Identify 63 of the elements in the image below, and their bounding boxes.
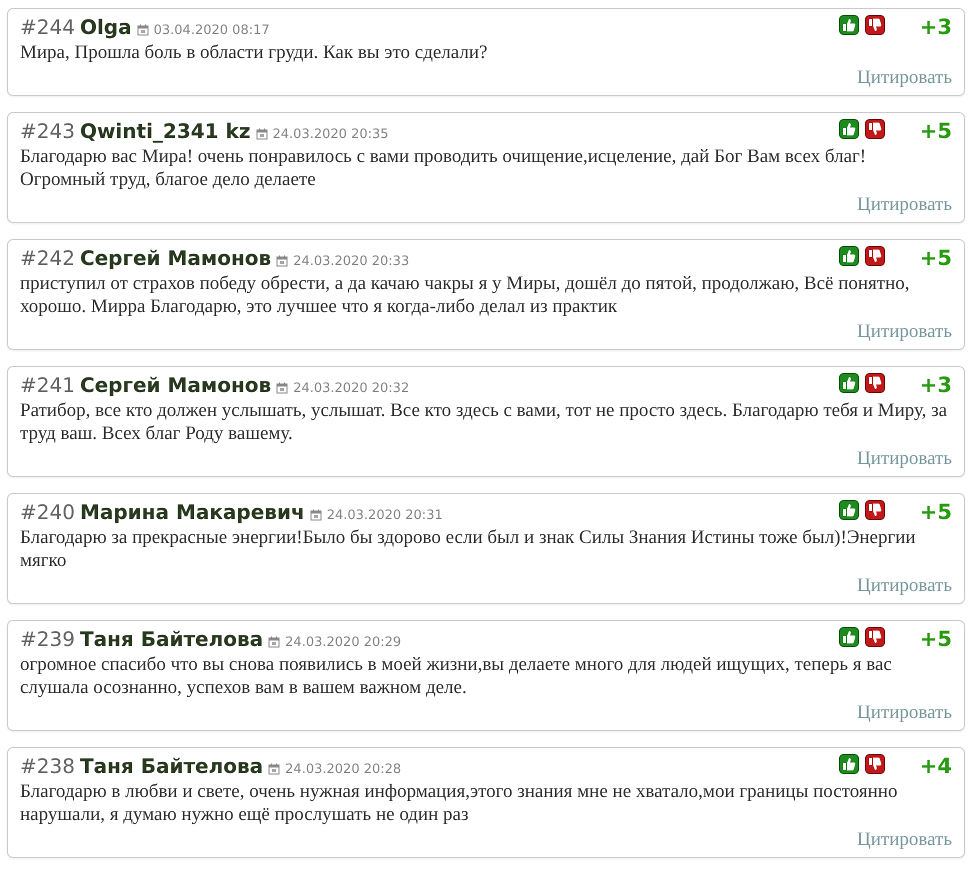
comment-text: Ратибор, все кто должен услышать, услышат. Все кто здесь с вами, тот не просто здесь. Благодарю тебя и Миру, за труд ваш. Всех благ Роду вашему. [20,399,948,445]
calendar-icon [276,255,288,267]
thumbs-down-icon[interactable] [864,627,885,647]
comment-score: +3 [920,15,952,39]
comment-date: 03.04.2020 08:17 [154,23,270,38]
quote-link[interactable]: Цитировать [857,321,952,343]
thumbs-up-icon[interactable] [838,119,859,139]
comment-text: Благодарю в любви и свете, очень нужная информация,этого знания мне не хватало,мои границы постоянно нарушали, я думаю нужно ещё прослушать не один раз [20,780,898,826]
thumbs-down-icon[interactable] [864,15,885,35]
author-name: Qwinti_2341 kz [80,119,250,143]
comment-number: #241 [20,373,75,397]
comment-text: приступил от страхов победу обрести, а да качаю чакры я у Миры, дошёл до пятой, продолжаю, Всё понятно, хорошо. Мирра Благодарю, это лучшее что я когда-либо делал из практик [20,272,911,318]
author-name: Таня Байтелова [80,754,264,778]
thumbs-down-icon[interactable] [864,373,885,393]
comment-date: 24.03.2020 20:31 [326,508,443,523]
thumbs-down-icon[interactable] [864,754,885,774]
comment-date: 24.03.2020 20:29 [285,635,402,650]
calendar-icon [310,509,322,521]
quote-link[interactable]: Цитировать [857,194,952,216]
comment-text: огромное спасибо что вы снова появились в моей жизни,вы делаете много для людей ищущих, теперь я вас слушала осознанно, успехов вам в вашем важном деле. [20,653,893,699]
calendar-icon [256,128,268,140]
comment-number: #238 [20,754,75,778]
author-name: Сергей Мамонов [80,246,272,270]
thumbs-up-icon[interactable] [838,754,859,774]
comment-text: Мира, Прошла боль в области груди. Как вы это сделали? [20,41,488,64]
comment-number: #242 [20,246,75,270]
thumbs-up-icon[interactable] [838,500,859,520]
calendar-icon [136,24,149,36]
comment-number: #243 [20,119,75,143]
thumbs-down-icon[interactable] [864,500,885,520]
comment-number: #240 [20,500,75,524]
comment-date: 24.03.2020 20:28 [285,762,402,777]
comment-score: +5 [920,500,952,524]
quote-link[interactable]: Цитировать [857,575,952,597]
author-name: Olga [80,15,132,39]
quote-link[interactable]: Цитировать [857,448,952,470]
comment-text: Благодарю вас Мира! очень понравилось с вами проводить очищение,исцеление, дай Бог Вам всех благ! Огромный труд, благое дело делаете [20,145,868,191]
quote-link[interactable]: Цитировать [857,702,952,724]
calendar-icon [276,382,288,394]
calendar-icon [268,636,280,648]
quote-link[interactable]: Цитировать [857,67,952,89]
author-name: Таня Байтелова [80,627,264,651]
calendar-icon [268,763,280,775]
thumbs-up-icon[interactable] [838,15,859,35]
comment-score: +5 [920,246,952,270]
comment-number: #239 [20,627,75,651]
comment-text: Благодарю за прекрасные энергии!Было бы здорово если был и знак Силы Знания Истины тоже был)!Энергии мягко [20,526,917,572]
author-name: Сергей Мамонов [80,373,272,397]
comment-score: +3 [920,373,952,397]
quote-link[interactable]: Цитировать [857,829,952,851]
comment-number: #244 [20,15,75,39]
comment-score: +4 [920,754,952,778]
thumbs-up-icon[interactable] [838,246,859,266]
comment-date: 24.03.2020 20:33 [293,254,410,269]
comment-date: 24.03.2020 20:35 [272,127,389,142]
comment-score: +5 [920,627,952,651]
comment-date: 24.03.2020 20:32 [293,381,410,396]
thumbs-down-icon[interactable] [864,119,885,139]
thumbs-up-icon[interactable] [838,373,859,393]
comment-score: +5 [920,119,952,143]
thumbs-down-icon[interactable] [864,246,885,266]
author-name: Марина Макаревич [80,500,305,524]
thumbs-up-icon[interactable] [838,627,859,647]
